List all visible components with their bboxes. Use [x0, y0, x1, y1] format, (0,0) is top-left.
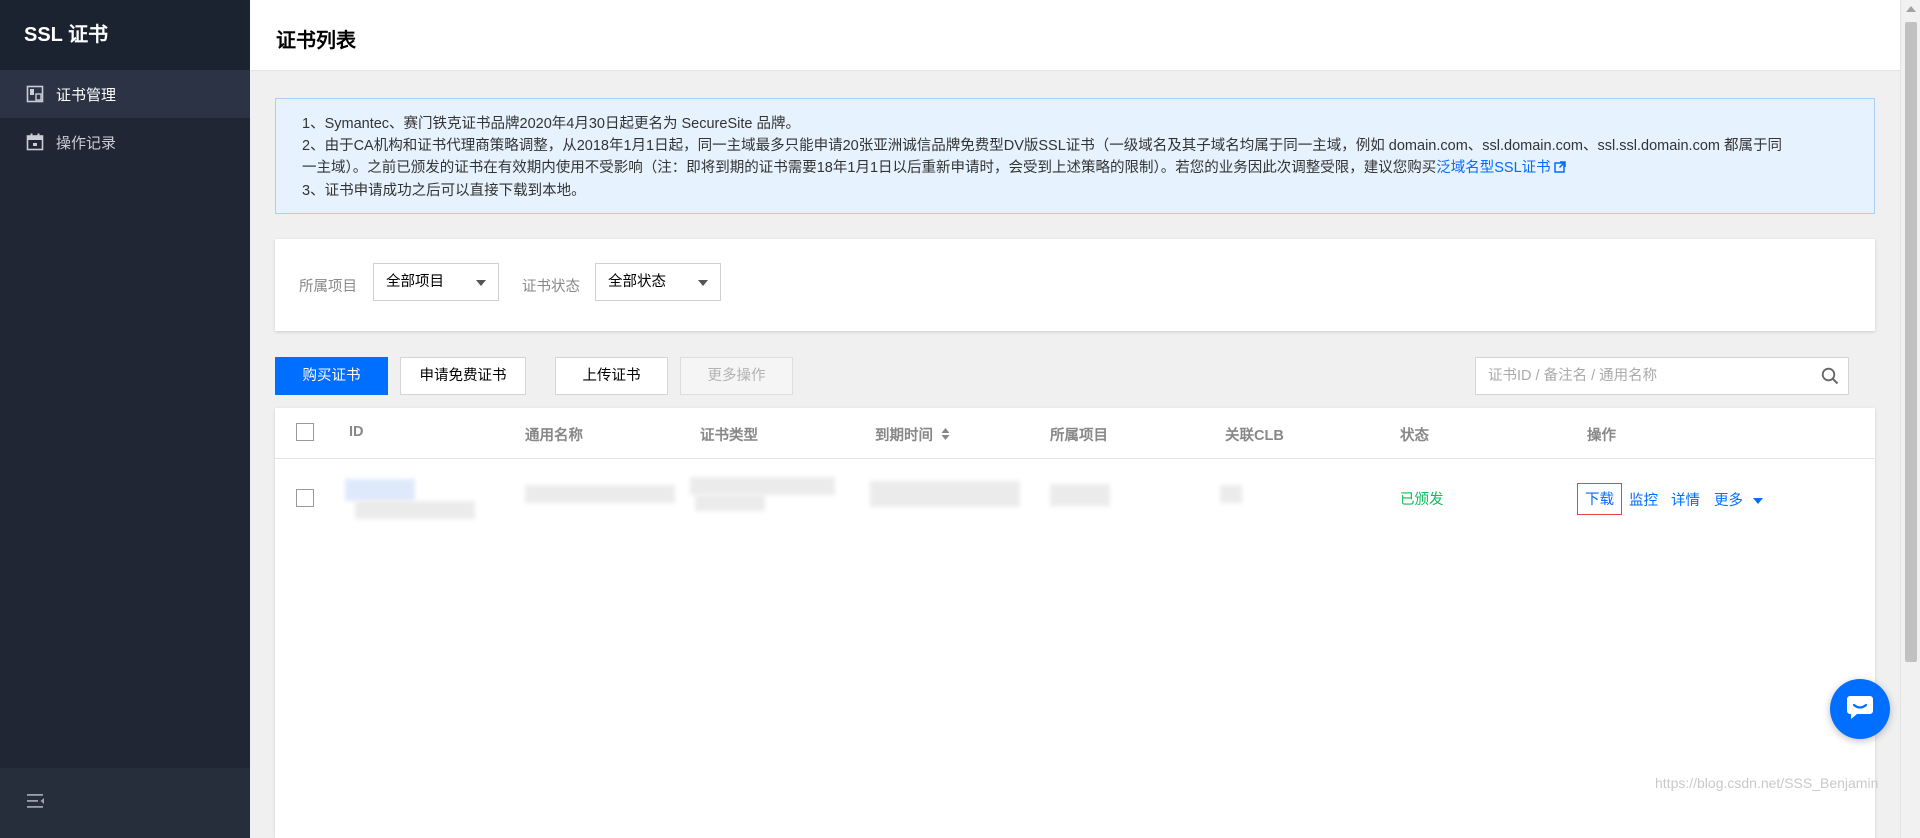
column-header-project: 所属项目 — [1050, 428, 1108, 444]
common-name-cell-redacted — [525, 485, 685, 507]
app-title: SSL 证书 — [0, 0, 250, 70]
column-header-expiry-label: 到期时间 — [875, 428, 933, 444]
column-header-id: ID — [349, 424, 364, 440]
column-header-actions: 操作 — [1587, 428, 1616, 444]
status-filter-label: 证书状态 — [522, 279, 580, 295]
column-header-clb: 关联CLB — [1225, 428, 1284, 444]
scroll-up-arrow-icon[interactable] — [1906, 6, 1916, 12]
chat-bubble-icon — [1846, 694, 1874, 724]
page-title: 证书列表 — [276, 30, 356, 52]
certificate-search — [1475, 357, 1849, 395]
filter-panel: 所属项目 全部项目 证书状态 全部状态 — [275, 239, 1875, 331]
more-actions-label: 更多 — [1714, 493, 1743, 509]
sidebar-footer — [0, 768, 250, 838]
chevron-down-icon — [698, 280, 708, 286]
notice-line-2b-text: 一主域）。之前已颁发的证书在有效期内使用不受影响（注：即将到期的证书需要18年1… — [302, 160, 1437, 176]
top-header: 证书列表 — [250, 0, 1900, 71]
search-icon[interactable] — [1821, 367, 1839, 389]
buy-certificate-button[interactable]: 购买证书 — [275, 357, 388, 395]
table-row: 已颁发 下载 监控 详情 更多 — [275, 459, 1875, 539]
project-select[interactable]: 全部项目 — [373, 263, 499, 301]
row-checkbox[interactable] — [296, 489, 314, 507]
scrollbar-thumb[interactable] — [1905, 22, 1917, 662]
more-operations-button[interactable]: 更多操作 — [680, 357, 793, 395]
column-header-common-name: 通用名称 — [525, 428, 583, 444]
customer-support-chat-button[interactable] — [1830, 679, 1890, 739]
search-input[interactable] — [1476, 358, 1796, 394]
sidebar-item-certificate-management[interactable]: 证书管理 — [0, 70, 250, 118]
chevron-down-icon — [476, 280, 486, 286]
project-select-value: 全部项目 — [386, 274, 444, 290]
notice-line-2b: 一主域）。之前已颁发的证书在有效期内使用不受影响（注：即将到期的证书需要18年1… — [302, 157, 1848, 180]
external-link-icon[interactable] — [1553, 158, 1566, 180]
column-header-cert-type: 证书类型 — [700, 428, 758, 444]
sidebar: SSL 证书 证书管理 操作记录 — [0, 0, 250, 838]
sidebar-item-operation-log[interactable]: 操作记录 — [0, 118, 250, 166]
status-select-value: 全部状态 — [608, 274, 666, 290]
certificate-table: ID 通用名称 证书类型 到期时间 所属项目 关联CLB 状态 操作 已颁发 下… — [275, 408, 1875, 838]
sidebar-item-label: 操作记录 — [56, 134, 117, 152]
column-header-status: 状态 — [1400, 428, 1429, 444]
status-badge: 已颁发 — [1400, 492, 1444, 508]
watermark: https://blog.csdn.net/SSS_Benjamin — [1655, 775, 1879, 791]
sidebar-item-label: 证书管理 — [56, 86, 117, 104]
notice-banner: 1、Symantec、赛门铁克证书品牌2020年4月30日起更名为 Secure… — [275, 98, 1875, 214]
select-all-checkbox[interactable] — [296, 423, 314, 441]
notice-line-3: 3、证书申请成功之后可以直接下载到本地。 — [302, 183, 586, 199]
calendar-icon — [26, 133, 44, 151]
certificate-icon — [26, 85, 44, 103]
table-header: ID 通用名称 证书类型 到期时间 所属项目 关联CLB 状态 操作 — [275, 408, 1875, 459]
sort-icon[interactable] — [941, 428, 950, 444]
upload-certificate-button[interactable]: 上传证书 — [555, 357, 668, 395]
download-link[interactable]: 下载 — [1577, 483, 1622, 515]
monitor-link[interactable]: 监控 — [1629, 489, 1658, 510]
status-select[interactable]: 全部状态 — [595, 263, 721, 301]
chevron-down-icon — [1753, 498, 1763, 505]
notice-line-1: 1、Symantec、赛门铁克证书品牌2020年4月30日起更名为 Secure… — [302, 116, 800, 132]
collapse-menu-icon[interactable] — [26, 792, 46, 814]
expiry-cell-redacted — [870, 481, 1030, 511]
project-cell-redacted — [1050, 484, 1120, 508]
vertical-scrollbar[interactable] — [1900, 0, 1920, 838]
more-actions-dropdown[interactable]: 更多 — [1714, 489, 1763, 510]
apply-free-certificate-button[interactable]: 申请免费证书 — [400, 357, 526, 395]
cert-type-cell-redacted — [690, 477, 850, 517]
cert-id-cell-redacted[interactable] — [345, 479, 495, 523]
column-header-expiry[interactable]: 到期时间 — [875, 424, 950, 445]
details-link[interactable]: 详情 — [1671, 489, 1700, 510]
clb-cell-redacted — [1220, 485, 1250, 505]
project-filter-label: 所属项目 — [299, 279, 357, 295]
wildcard-ssl-link[interactable]: 泛域名型SSL证书 — [1436, 160, 1550, 176]
notice-line-2a: 2、由于CA机构和证书代理商策略调整，从2018年1月1日起，同一主域最多只能申… — [302, 138, 1783, 154]
